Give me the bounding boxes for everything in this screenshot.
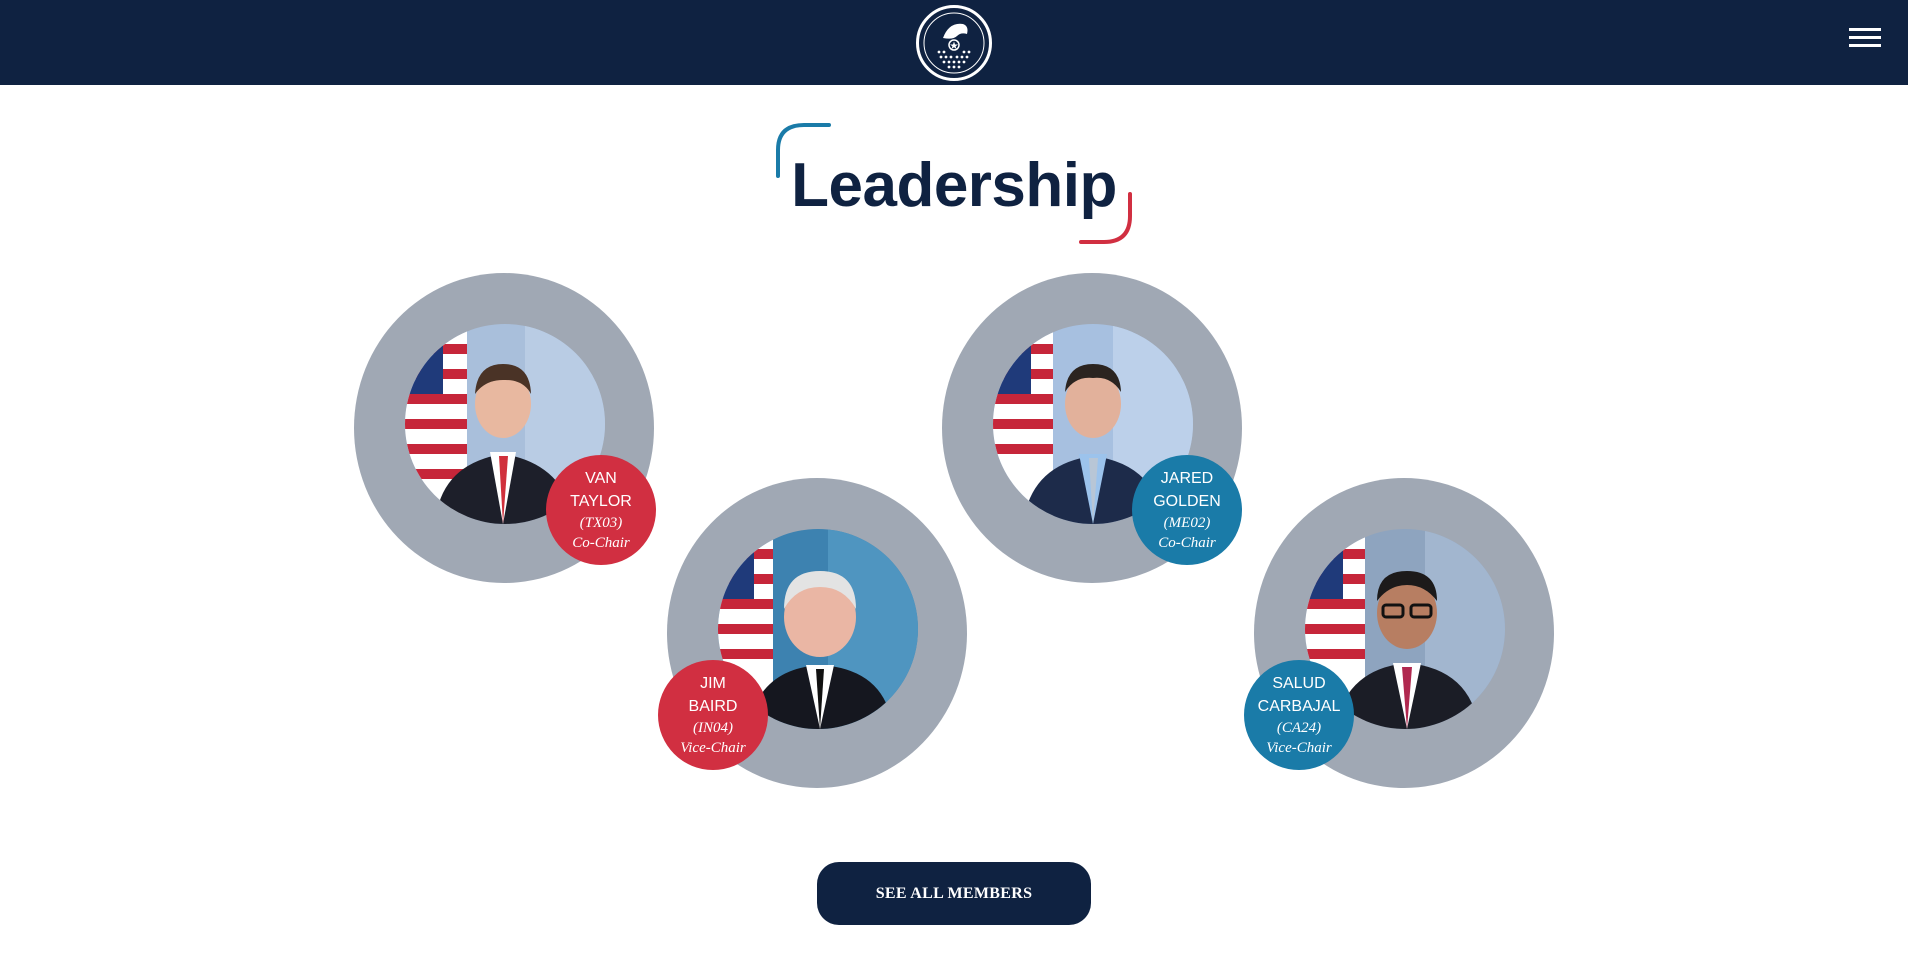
member-card-jared-golden[interactable]: JARED GOLDEN (ME02) Co-Chair [942, 273, 1242, 583]
member-name-badge: JARED GOLDEN (ME02) Co-Chair [1132, 455, 1242, 565]
member-role: Vice-Chair [680, 740, 746, 756]
member-role: Co-Chair [1158, 535, 1216, 551]
menu-bar [1849, 36, 1881, 39]
site-header [0, 0, 1908, 85]
member-district: (ME02) [1163, 515, 1211, 531]
member-last-name: TAYLOR [570, 493, 632, 510]
member-card-jim-baird[interactable]: JIM BAIRD (IN04) Vice-Chair [658, 478, 967, 788]
member-name-badge: JIM BAIRD (IN04) Vice-Chair [658, 660, 768, 770]
member-role: Vice-Chair [1266, 740, 1332, 756]
member-role: Co-Chair [572, 535, 630, 551]
member-card-van-taylor[interactable]: VAN TAYLOR (TX03) Co-Chair [354, 273, 656, 583]
member-first-name: JARED [1160, 470, 1214, 487]
member-card-salud-carbajal[interactable]: SALUD CARBAJAL (CA24) Vice-Chair [1244, 478, 1554, 788]
member-first-name: JIM [700, 675, 726, 692]
menu-bar [1849, 28, 1881, 31]
page-title: Leadership [791, 151, 1117, 220]
member-district: (CA24) [1276, 720, 1322, 736]
member-first-name: SALUD [1272, 675, 1326, 692]
menu-bar [1849, 44, 1881, 47]
member-last-name: CARBAJAL [1257, 698, 1341, 715]
member-last-name: BAIRD [688, 698, 738, 715]
section-title-block: Leadership [776, 122, 1132, 246]
eagle-seal-icon [923, 12, 985, 74]
member-district: (TX03) [579, 515, 623, 531]
member-first-name: VAN [585, 470, 617, 487]
member-name-badge: SALUD CARBAJAL (CA24) Vice-Chair [1244, 660, 1354, 770]
member-district: (IN04) [693, 720, 733, 736]
see-all-members-button[interactable]: SEE ALL MEMBERS [817, 862, 1091, 925]
caucus-seal-logo[interactable] [916, 5, 992, 81]
member-name-badge: VAN TAYLOR (TX03) Co-Chair [546, 455, 656, 565]
member-last-name: GOLDEN [1153, 493, 1221, 510]
hamburger-menu-icon[interactable] [1849, 28, 1881, 50]
